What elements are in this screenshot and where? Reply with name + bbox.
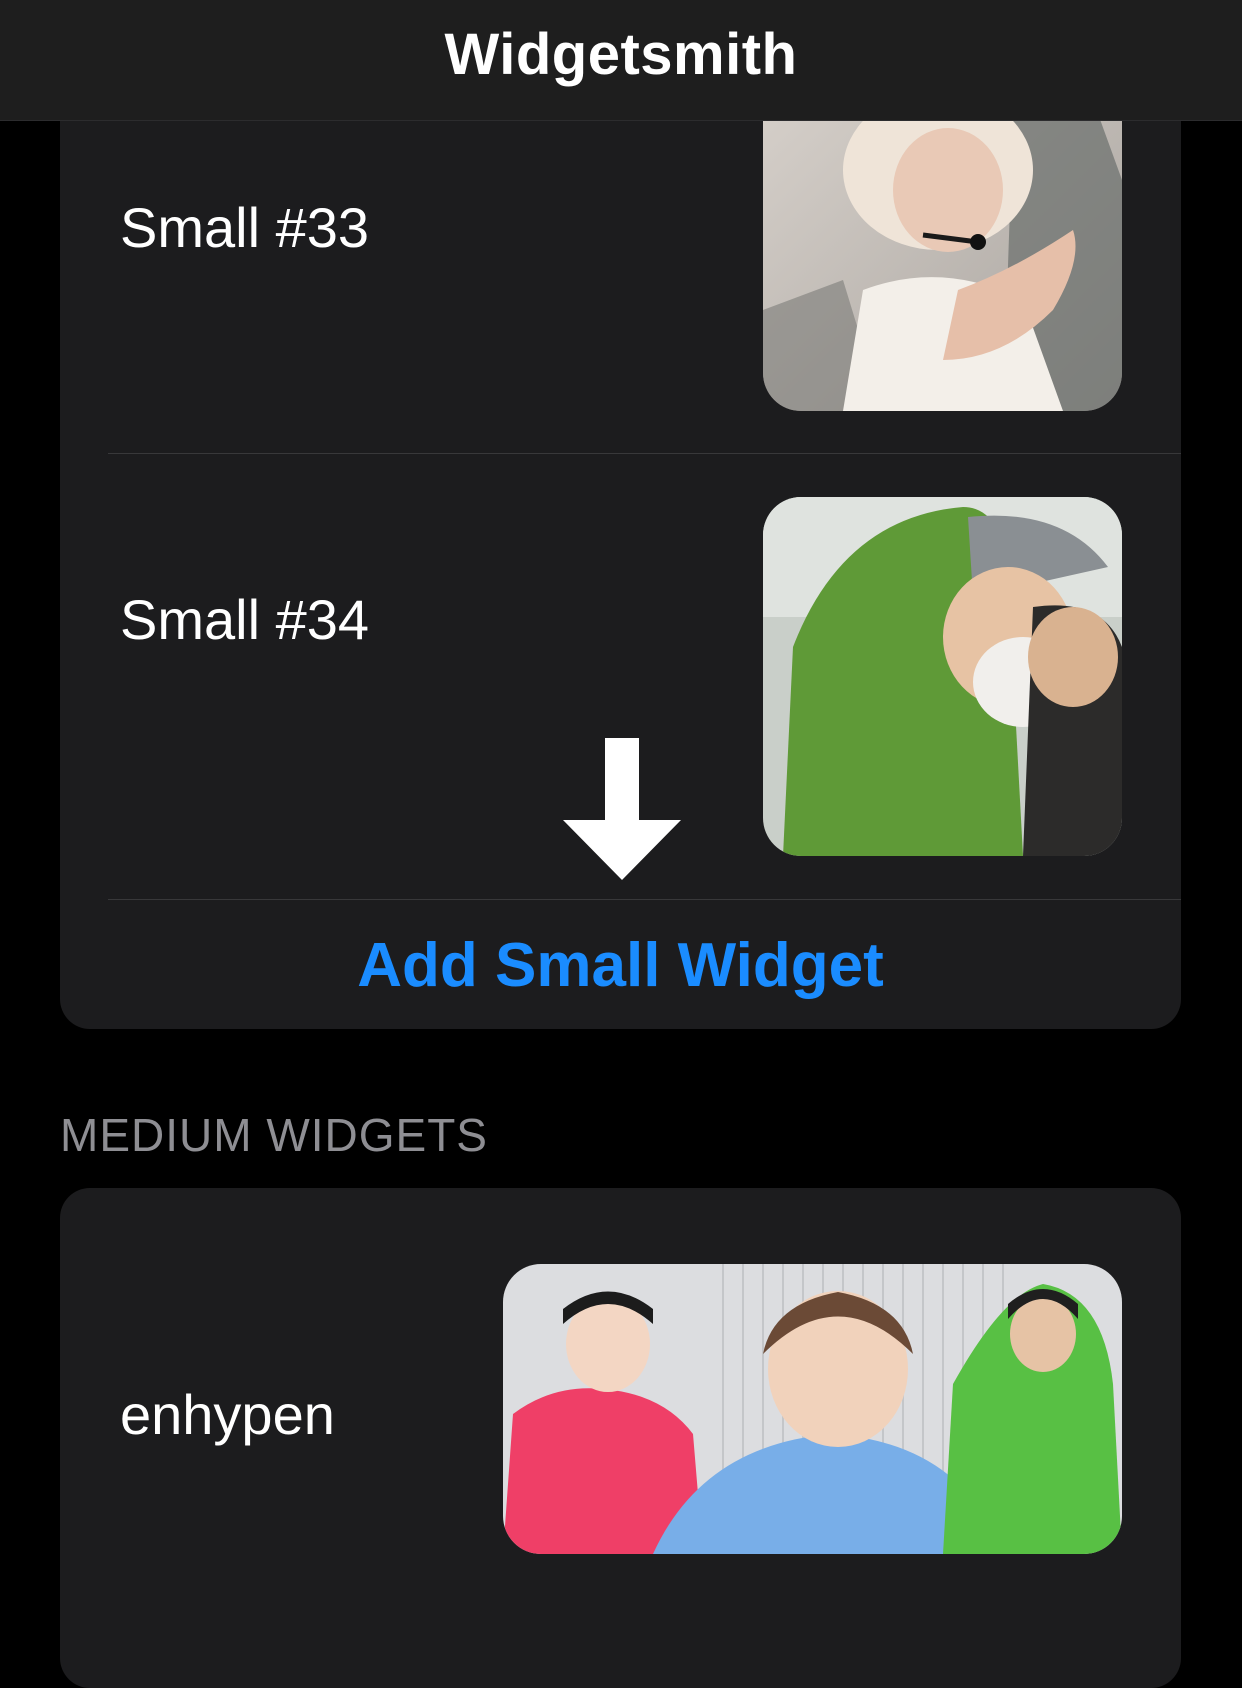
navigation-bar: Widgetsmith: [0, 0, 1242, 121]
section-header-medium: MEDIUM WIDGETS: [60, 1109, 488, 1161]
widget-thumbnail: [503, 1264, 1122, 1554]
add-small-widget-button[interactable]: Add Small Widget: [60, 930, 1181, 1001]
page-title: Widgetsmith: [444, 21, 798, 87]
widget-name: Small #34: [120, 588, 370, 651]
row-divider: [108, 899, 1181, 900]
widget-row-enhypen[interactable]: enhypen: [60, 1188, 1181, 1628]
medium-widgets-card: enhypen: [60, 1188, 1181, 1688]
widget-name: Small #33: [120, 196, 370, 259]
widget-name: enhypen: [120, 1383, 335, 1446]
widget-thumbnail: [763, 497, 1122, 856]
down-arrow-icon: [563, 738, 681, 880]
